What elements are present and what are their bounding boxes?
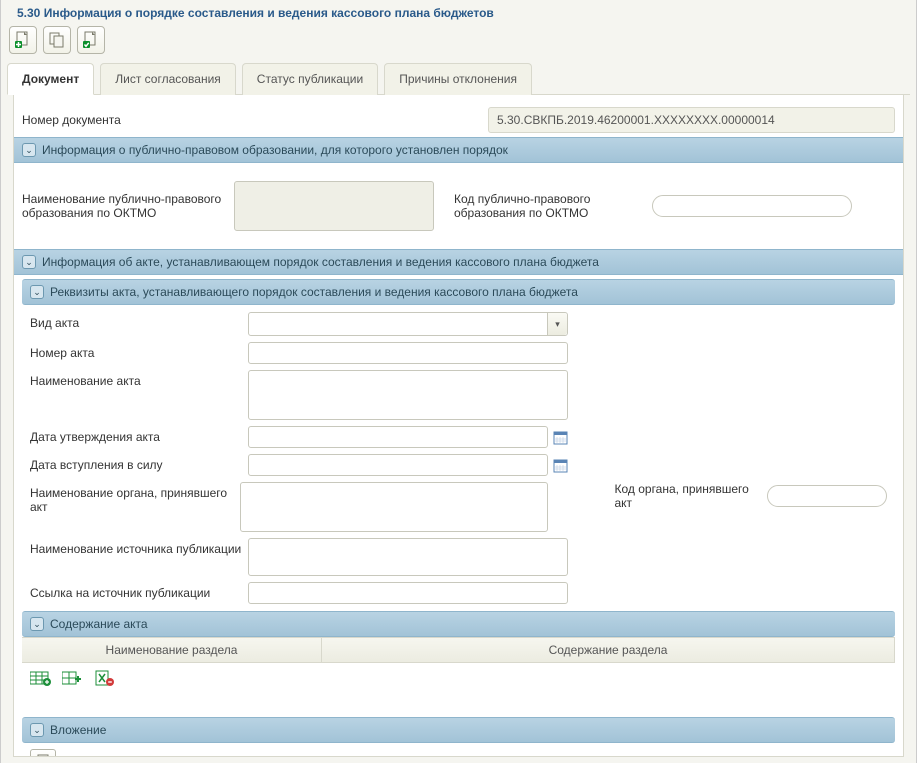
act-type-combo[interactable]	[248, 312, 568, 336]
act-effective-date-input[interactable]	[248, 454, 548, 476]
attachment-add-button[interactable]	[30, 749, 56, 757]
tab-document[interactable]: Документ	[7, 63, 94, 95]
approve-doc-icon	[82, 31, 100, 49]
section-act-info-header: ⌄ Информация об акте, устанавливающем по…	[14, 249, 903, 275]
grid-add-column-button[interactable]	[62, 669, 84, 687]
docnum-value: 5.30.СВКПБ.2019.46200001.XXXXXXXX.000000…	[488, 107, 895, 133]
new-doc-button[interactable]	[9, 26, 37, 54]
ppo-code-label: Код публично-правового образования по ОК…	[454, 192, 644, 220]
section-act-content-title: Содержание акта	[50, 617, 148, 631]
new-doc-icon	[14, 31, 32, 49]
grid-export-excel-button[interactable]	[94, 669, 116, 687]
section-act-details-header: ⌄ Реквизиты акта, устанавливающего поряд…	[22, 279, 895, 305]
act-effective-date-label: Дата вступления в силу	[30, 454, 242, 472]
section-attachment-title: Вложение	[50, 723, 106, 737]
act-effective-date-picker[interactable]	[552, 457, 568, 473]
section-act-details-toggle[interactable]: ⌄	[30, 285, 44, 299]
act-approval-date-label: Дата утверждения акта	[30, 426, 242, 444]
chevron-down-icon: ⌄	[25, 145, 33, 156]
section-attachment-toggle[interactable]: ⌄	[30, 723, 44, 737]
act-type-dropdown-button[interactable]: ▾	[547, 313, 567, 335]
ppo-name-input[interactable]	[234, 181, 434, 231]
act-number-label: Номер акта	[30, 342, 242, 360]
section-ppo-title: Информация о публично-правовом образован…	[42, 143, 508, 157]
ppo-code-input[interactable]	[652, 195, 852, 217]
act-number-input[interactable]	[248, 342, 568, 364]
act-content-grid-toolbar	[22, 663, 895, 693]
act-approval-date-picker[interactable]	[552, 429, 568, 445]
tab-rejection-reasons[interactable]: Причины отклонения	[384, 63, 532, 95]
ppo-name-label: Наименование публично-правового образова…	[22, 192, 226, 220]
section-act-content-toggle[interactable]: ⌄	[30, 617, 44, 631]
excel-export-icon	[94, 670, 116, 686]
section-attachment-header: ⌄ Вложение	[22, 717, 895, 743]
section-act-content-header: ⌄ Содержание акта	[22, 611, 895, 637]
section-act-details-title: Реквизиты акта, устанавливающего порядок…	[50, 285, 578, 299]
section-act-info-toggle[interactable]: ⌄	[22, 255, 36, 269]
copy-doc-icon	[48, 31, 66, 49]
act-name-label: Наименование акта	[30, 370, 242, 388]
calendar-icon	[553, 430, 568, 445]
chevron-down-icon: ⌄	[33, 287, 41, 298]
act-type-label: Вид акта	[30, 312, 242, 330]
pub-source-name-input[interactable]	[248, 538, 568, 576]
act-organ-code-label: Код органа, принявшего акт	[614, 482, 759, 510]
tab-approval-sheet[interactable]: Лист согласования	[100, 63, 236, 95]
chevron-down-icon: ⌄	[25, 257, 33, 268]
section-ppo-header: ⌄ Информация о публично-правовом образов…	[14, 137, 903, 163]
pub-source-link-label: Ссылка на источник публикации	[30, 582, 242, 600]
docnum-label: Номер документа	[22, 113, 234, 127]
pub-source-link-input[interactable]	[248, 582, 568, 604]
tab-content: Номер документа 5.30.СВКПБ.2019.46200001…	[13, 95, 904, 757]
approve-doc-button[interactable]	[77, 26, 105, 54]
grid-add-icon	[30, 670, 52, 686]
section-act-info-title: Информация об акте, устанавливающем поря…	[42, 255, 599, 269]
section-ppo-toggle[interactable]: ⌄	[22, 143, 36, 157]
calendar-icon	[553, 458, 568, 473]
act-approval-date-input[interactable]	[248, 426, 548, 448]
page-title: 5.30 Информация о порядке составления и …	[7, 6, 494, 20]
pub-source-name-label: Наименование источника публикации	[30, 538, 242, 556]
act-organ-code-input[interactable]	[767, 485, 887, 507]
grid-col-section-content: Содержание раздела	[322, 638, 895, 662]
grid-col-section-name: Наименование раздела	[22, 638, 322, 662]
chevron-down-icon: ⌄	[33, 619, 41, 630]
chevron-down-icon: ▾	[555, 319, 560, 330]
copy-doc-button[interactable]	[43, 26, 71, 54]
act-organ-name-label: Наименование органа, принявшего акт	[30, 482, 234, 514]
main-toolbar	[1, 20, 916, 62]
act-organ-name-input[interactable]	[240, 482, 548, 532]
chevron-down-icon: ⌄	[33, 725, 41, 736]
grid-add-col-icon	[62, 670, 84, 686]
grid-add-row-button[interactable]	[30, 669, 52, 687]
attachment-icon	[35, 753, 51, 757]
act-content-grid-header: Наименование раздела Содержание раздела	[22, 637, 895, 663]
tabs: Документ Лист согласования Статус публик…	[7, 62, 910, 95]
act-name-input[interactable]	[248, 370, 568, 420]
tab-publication-status[interactable]: Статус публикации	[242, 63, 378, 95]
